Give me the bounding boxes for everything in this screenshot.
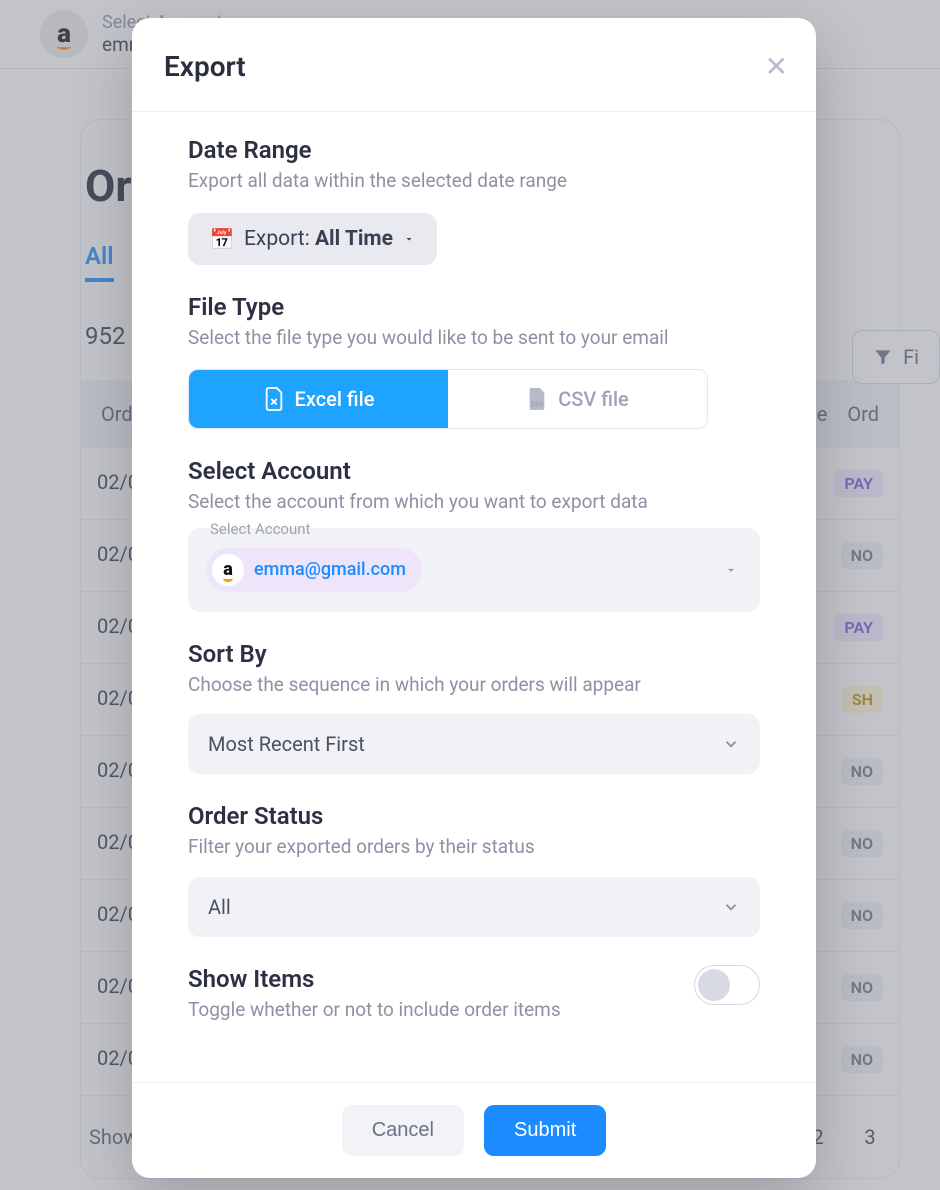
file-type-title: File Type — [188, 293, 760, 321]
show-items-toggle[interactable] — [694, 965, 760, 1005]
date-range-selector[interactable]: 📅 Export: All Time — [188, 213, 437, 265]
order-status-sub: Filter your exported orders by their sta… — [188, 834, 760, 861]
show-items-sub: Toggle whether or not to include order i… — [188, 997, 561, 1024]
export-modal: Export ✕ Date Range Export all data with… — [132, 18, 816, 1178]
sort-by-select[interactable]: Most Recent First — [188, 714, 760, 774]
modal-title: Export — [164, 50, 246, 83]
caret-down-icon — [403, 233, 415, 245]
close-icon[interactable]: ✕ — [765, 53, 788, 81]
account-chip-email: emma@gmail.com — [254, 559, 406, 580]
order-status-select[interactable]: All — [188, 877, 760, 937]
excel-file-icon — [263, 386, 285, 412]
date-range-title: Date Range — [188, 136, 760, 164]
caret-down-icon — [724, 563, 738, 577]
file-type-sub: Select the file type you would like to b… — [188, 325, 760, 352]
chevron-down-icon — [722, 735, 740, 753]
file-type-csv[interactable]: CSV CSV file — [448, 370, 707, 428]
show-items-title: Show Items — [188, 965, 561, 993]
toggle-knob — [698, 969, 730, 1001]
sort-by-title: Sort By — [188, 640, 760, 668]
chevron-down-icon — [722, 898, 740, 916]
select-account-title: Select Account — [188, 457, 760, 485]
date-range-sub: Export all data within the selected date… — [188, 168, 760, 195]
cancel-button[interactable]: Cancel — [342, 1105, 464, 1156]
order-status-title: Order Status — [188, 802, 760, 830]
calendar-icon: 📅 — [210, 227, 234, 251]
amazon-logo-icon: a — [212, 554, 244, 586]
submit-button[interactable]: Submit — [484, 1105, 606, 1156]
file-type-excel[interactable]: Excel file — [189, 370, 448, 428]
account-select[interactable]: Select Account a emma@gmail.com — [188, 528, 760, 612]
csv-file-icon: CSV — [526, 386, 548, 412]
svg-text:CSV: CSV — [531, 401, 544, 409]
account-chip[interactable]: a emma@gmail.com — [206, 548, 422, 592]
select-account-sub: Select the account from which you want t… — [188, 489, 760, 516]
sort-by-sub: Choose the sequence in which your orders… — [188, 672, 760, 699]
account-float-label: Select Account — [206, 520, 314, 538]
